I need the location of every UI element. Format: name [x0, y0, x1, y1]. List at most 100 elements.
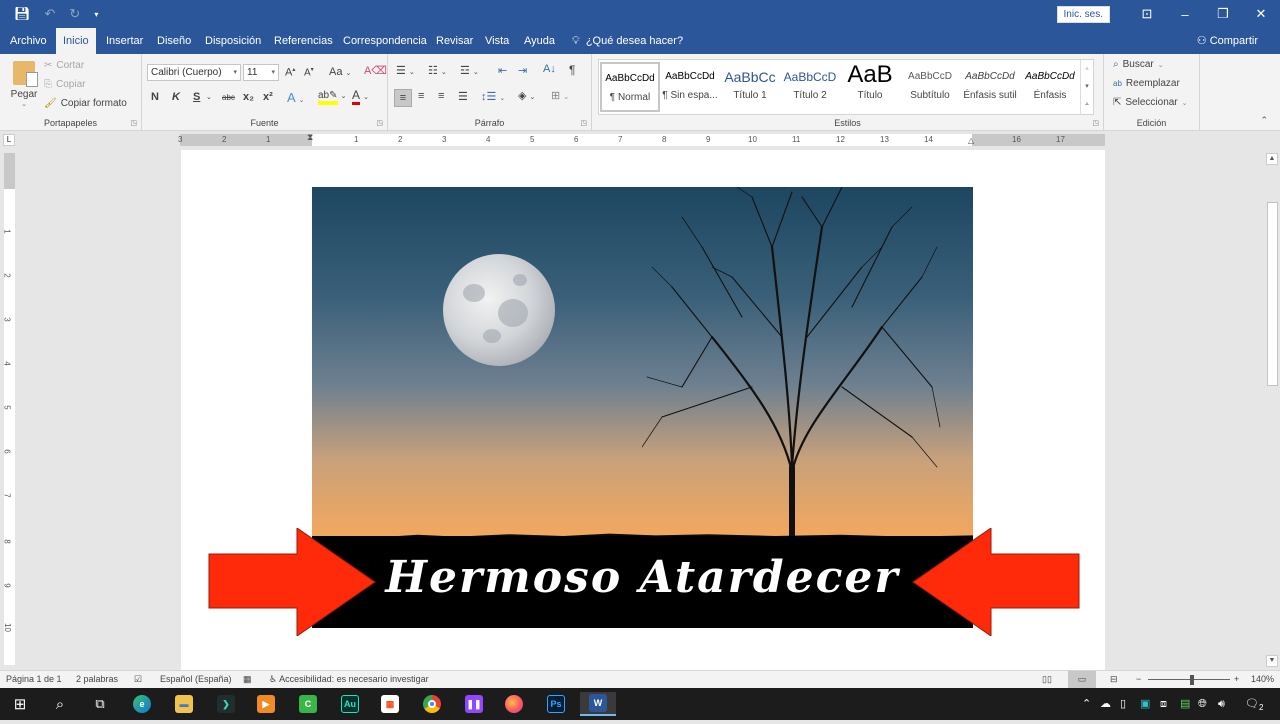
taskbar-filmora[interactable]: ❯	[210, 692, 242, 716]
shrink-font-button[interactable]: A▾	[304, 66, 314, 78]
shading-button[interactable]: ◈ ⌄	[518, 89, 535, 102]
style-normal[interactable]: AaBbCcDd ¶ Normal	[600, 62, 660, 112]
align-right-button[interactable]: ≡	[438, 90, 444, 102]
style-sin-espaciado[interactable]: AaBbCcDd ¶ Sin espa...	[660, 62, 720, 112]
zoom-slider-handle[interactable]	[1190, 675, 1194, 685]
zoom-out-button[interactable]: −	[1136, 671, 1141, 688]
left-pointing-arrow[interactable]	[908, 528, 1083, 636]
horizontal-ruler[interactable]: 3 2 1 ⧗ 1 2 3 4 5 6 7 8 9 10 11 12 13 14…	[178, 132, 1105, 146]
tab-diseno[interactable]: Diseño	[150, 28, 198, 54]
scrollbar-thumb[interactable]	[1267, 202, 1278, 386]
zoom-slider[interactable]	[1148, 679, 1230, 680]
font-color-button[interactable]: A ⌄	[352, 89, 369, 105]
collapse-ribbon-icon[interactable]: ⌃	[1260, 115, 1268, 126]
taskbar-twitch[interactable]: ❚❚	[458, 692, 490, 716]
style-enfasis-sutil[interactable]: AaBbCcDd Énfasis sutil	[960, 62, 1020, 112]
task-view-button[interactable]: ⧉	[84, 692, 116, 716]
taskbar-edge[interactable]: e	[126, 692, 158, 716]
proofing-icon[interactable]: ☑	[134, 671, 142, 688]
tell-me-search[interactable]: 💡︎ ¿Qué desea hacer?	[572, 28, 683, 54]
taskbar-chrome[interactable]	[416, 692, 448, 716]
align-center-button[interactable]: ≡	[418, 90, 424, 102]
line-spacing-button[interactable]: ↕☰ ⌄	[481, 90, 505, 103]
tab-correspondencia[interactable]: Correspondencia	[336, 28, 434, 54]
close-button[interactable]: ✕	[1242, 6, 1280, 22]
zoom-in-button[interactable]: +	[1234, 671, 1239, 688]
zoom-level[interactable]: 140%	[1251, 671, 1274, 688]
numbering-button[interactable]: ☷ ⌄	[428, 64, 447, 77]
page-count[interactable]: Página 1 de 1	[6, 671, 62, 688]
style-titulo-2[interactable]: AaBbCcD Título 2	[780, 62, 840, 112]
tray-overflow-icon[interactable]: ⌃	[1082, 688, 1091, 720]
minimize-button[interactable]: –	[1166, 7, 1204, 22]
styles-more-icon[interactable]: ⩡	[1081, 96, 1093, 113]
select-button[interactable]: ⇱ Seleccionar ⌄	[1113, 97, 1188, 108]
highlight-button[interactable]: ab✎ ⌄	[318, 89, 346, 105]
customize-qat-icon[interactable]: ▾	[94, 10, 98, 19]
taskbar-camtasia[interactable]: C	[292, 692, 324, 716]
grow-font-button[interactable]: A▴	[285, 66, 295, 79]
font-family-select[interactable]: Calibri (Cuerpo) ▾	[147, 64, 241, 81]
underline-button[interactable]: S	[193, 91, 200, 103]
tab-revisar[interactable]: Revisar	[429, 28, 480, 54]
restore-button[interactable]: ❐	[1204, 6, 1242, 22]
borders-button[interactable]: ⊞ ⌄	[551, 89, 569, 102]
underline-dropdown-icon[interactable]: ⌄	[206, 93, 212, 101]
vertical-scrollbar[interactable]: ▲ ▼	[1264, 150, 1280, 670]
indent-marker-icon[interactable]: ⧗	[307, 132, 313, 143]
web-layout-icon[interactable]: ⊟	[1110, 671, 1118, 688]
decrease-indent-button[interactable]: ⇤	[498, 64, 507, 77]
styles-scroll-down-icon[interactable]: ▾	[1081, 78, 1093, 96]
tab-vista[interactable]: Vista	[478, 28, 516, 54]
network-icon[interactable]: 🌐︎	[1198, 688, 1207, 720]
accessibility-status[interactable]: ♿︎ Accesibilidad: es necesario investiga…	[269, 671, 429, 688]
multilevel-list-button[interactable]: ☲ ⌄	[460, 64, 479, 77]
language-status[interactable]: Español (España)	[160, 671, 232, 688]
style-enfasis[interactable]: AaBbCcDd Énfasis	[1020, 62, 1080, 112]
strikethrough-button[interactable]: abc	[222, 93, 235, 102]
change-case-button[interactable]: Aa ⌄	[329, 66, 351, 78]
tab-insertar[interactable]: Insertar	[99, 28, 150, 54]
tray-app3-icon[interactable]: ▤	[1180, 688, 1190, 720]
styles-launcher-icon[interactable]: ◳	[1092, 119, 1099, 127]
taskbar-photoshop[interactable]: Ps	[540, 692, 572, 716]
ribbon-display-options-icon[interactable]: ⊡	[1128, 6, 1166, 22]
text-effects-icon[interactable]: A ⌄	[287, 90, 304, 105]
tab-disposicion[interactable]: Disposición	[198, 28, 268, 54]
show-formatting-button[interactable]: ¶	[569, 63, 575, 77]
right-indent-marker-icon[interactable]: △	[968, 136, 974, 145]
taskbar-audition[interactable]: Au	[334, 692, 366, 716]
scroll-up-icon[interactable]: ▲	[1266, 153, 1278, 165]
tray-display-icon[interactable]: ⧈	[1160, 688, 1167, 720]
styles-scroll-up-icon[interactable]: ▴	[1081, 60, 1093, 78]
find-button[interactable]: ⌕ Buscar ⌄	[1113, 59, 1164, 70]
sort-button[interactable]: A↓	[543, 63, 556, 75]
redo-icon[interactable]: ↻	[69, 6, 80, 22]
replace-button[interactable]: ab Reemplazar	[1113, 78, 1180, 89]
bold-button[interactable]: N	[151, 91, 159, 103]
save-icon[interactable]: 💾︎	[14, 6, 31, 22]
align-left-button[interactable]: ≡	[394, 89, 412, 107]
increase-indent-button[interactable]: ⇥	[518, 64, 527, 77]
taskbar-search[interactable]: ⌕	[44, 692, 76, 716]
style-titulo-1[interactable]: AaBbCc Título 1	[720, 62, 780, 112]
share-button[interactable]: ⚇ Compartir	[1197, 28, 1258, 54]
taskbar-firefox[interactable]	[498, 692, 530, 716]
copy-button[interactable]: ⎘ Copiar	[44, 79, 85, 90]
clipboard-launcher-icon[interactable]: ◳	[130, 119, 137, 127]
clear-formatting-icon[interactable]: A⌫	[364, 64, 387, 77]
print-layout-icon[interactable]: ▭	[1068, 671, 1096, 688]
undo-icon[interactable]: ↶	[45, 6, 56, 22]
superscript-button[interactable]: x²	[263, 91, 273, 103]
start-button[interactable]: ⊞	[4, 692, 36, 716]
styles-scroll[interactable]: ▴ ▾ ⩡	[1080, 60, 1093, 114]
tab-ayuda[interactable]: Ayuda	[517, 28, 562, 54]
taskbar-file-explorer[interactable]: ▬	[168, 692, 200, 716]
cut-button[interactable]: ✂ Cortar	[44, 60, 84, 71]
bullets-button[interactable]: ☰ ⌄	[396, 64, 415, 77]
notifications-icon[interactable]: 🗨︎2	[1245, 688, 1263, 720]
paste-button[interactable]: Pegar ⌄	[8, 59, 40, 111]
scroll-down-icon[interactable]: ▼	[1266, 655, 1278, 667]
tab-referencias[interactable]: Referencias	[267, 28, 340, 54]
style-subtitulo[interactable]: AaBbCcD Subtítulo	[900, 62, 960, 112]
